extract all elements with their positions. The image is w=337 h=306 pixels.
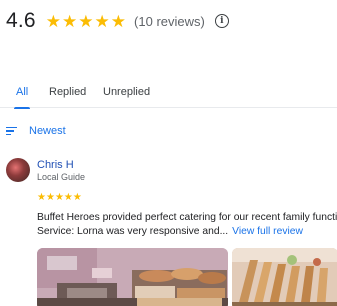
- sort-button[interactable]: Newest: [6, 125, 66, 137]
- star-icon: ★: [94, 11, 110, 31]
- review-photo-sandwiches-image: [232, 248, 337, 306]
- star-icon: ★: [45, 192, 55, 203]
- review-photos: [37, 248, 337, 306]
- review-stars: ★ ★ ★ ★ ★: [37, 193, 82, 203]
- review-text-line: Service: Lorna was very responsive and..…: [37, 225, 337, 239]
- review-photo[interactable]: [37, 248, 228, 306]
- review-text: Buffet Heroes provided perfect catering …: [37, 211, 337, 239]
- review-text-snippet: Service: Lorna was very responsive and..…: [37, 226, 229, 237]
- review-photo-buffet-image: [37, 248, 228, 306]
- star-icon: ★: [54, 192, 64, 203]
- average-rating: 4.6: [6, 9, 36, 32]
- star-icon: ★: [37, 192, 46, 203]
- info-icon[interactable]: i: [214, 14, 229, 28]
- sort-label: Newest: [29, 125, 66, 137]
- star-icon: ★: [62, 11, 78, 31]
- star-icon: ★: [63, 192, 73, 203]
- star-icon: ★: [72, 192, 82, 203]
- star-icon: ★: [110, 11, 127, 31]
- review-author-subtitle: Local Guide: [37, 172, 86, 182]
- rating-summary: 4.6 ★ ★ ★ ★ ★ (10 reviews) i: [6, 8, 229, 34]
- review-photo[interactable]: [232, 248, 337, 306]
- star-icon: ★: [45, 11, 62, 31]
- tab-all[interactable]: All: [13, 80, 31, 109]
- tab-unreplied[interactable]: Unreplied: [103, 80, 150, 108]
- sort-icon: [6, 126, 17, 136]
- review-count: (10 reviews): [134, 13, 205, 29]
- review-text-line: Buffet Heroes provided perfect catering …: [37, 212, 337, 223]
- review-author-name[interactable]: Chris H: [37, 159, 74, 171]
- star-icon: ★: [78, 11, 94, 31]
- review-filter-tabs: All Replied Unreplied: [0, 80, 337, 109]
- avatar[interactable]: [6, 158, 30, 182]
- view-full-review-link[interactable]: View full review: [232, 226, 303, 237]
- tab-replied[interactable]: Replied: [49, 80, 86, 108]
- average-rating-stars: ★ ★ ★ ★ ★: [46, 13, 126, 30]
